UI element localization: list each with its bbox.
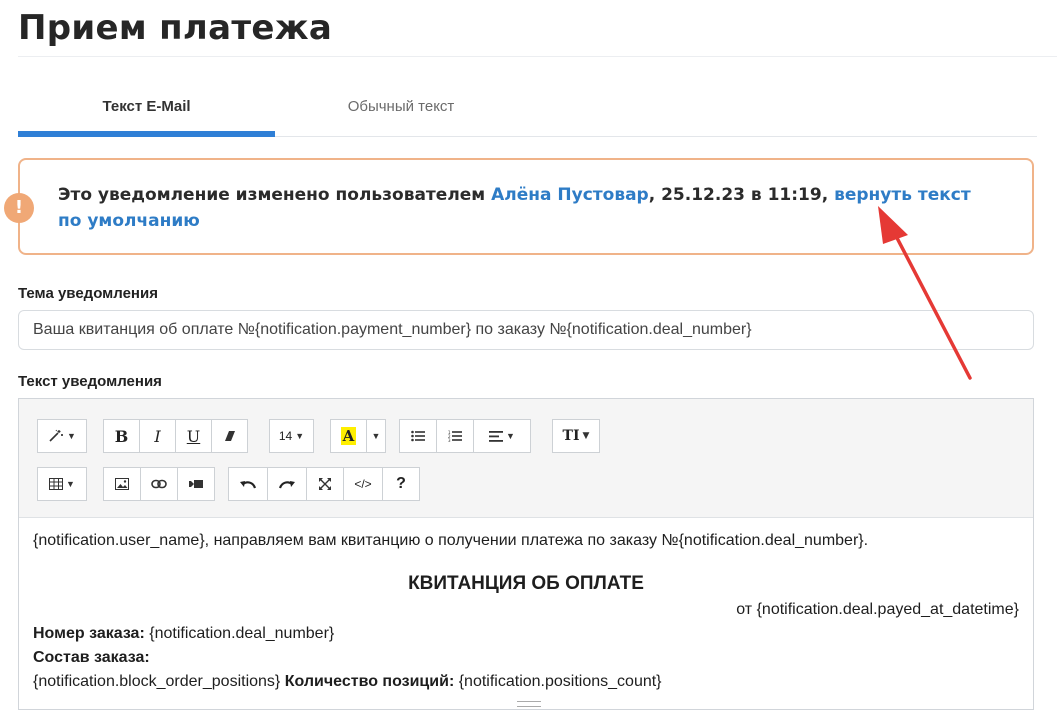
editor-content[interactable]: {notification.user_name}, направляем вам…	[33, 529, 1019, 694]
align-button[interactable]: ▼	[473, 419, 531, 453]
font-color-icon: A	[340, 427, 357, 445]
notice-prefix: Это уведомление изменено пользователем	[58, 185, 492, 205]
ordered-list-button[interactable]: 123	[436, 419, 474, 453]
notice-date: , 25.12.23 в 11:19,	[648, 185, 835, 205]
fullscreen-icon	[319, 478, 331, 490]
table-icon	[49, 478, 64, 490]
font-size-button[interactable]: 14 ▼	[269, 419, 314, 453]
title-divider	[18, 56, 1057, 57]
editor-resize-handle[interactable]	[517, 701, 541, 707]
warning-icon: !	[4, 193, 34, 223]
positions-line: {notification.block_order_positions} Кол…	[33, 670, 1019, 694]
greeting-line: {notification.user_name}, направляем вам…	[33, 532, 869, 549]
table-button[interactable]: ▼	[37, 467, 87, 501]
font-color-button[interactable]: A	[330, 419, 367, 453]
eraser-button[interactable]	[211, 419, 248, 453]
tab-email-text[interactable]: Текст E-Mail	[18, 84, 275, 137]
order-number-value: {notification.deal_number}	[144, 625, 335, 642]
insert-image-button[interactable]	[103, 467, 141, 501]
undo-icon	[240, 481, 256, 489]
payment-date-line: от {notification.deal.payed_at_datetime}	[736, 601, 1019, 618]
editor-toolbar: ▼ B I U 14 ▼ A ▼ 123 ▼ TI ▼ ▼ </> ?	[19, 399, 1033, 518]
order-composition-line: Состав заказа:	[33, 646, 1019, 670]
paragraph-group: 123 ▼	[399, 419, 531, 453]
positions-count-label: Количество позиций:	[284, 673, 455, 690]
font-color-dropdown[interactable]: ▼	[366, 419, 386, 453]
body-label: Текст уведомления	[18, 373, 162, 390]
video-icon	[189, 480, 203, 488]
redo-icon	[279, 481, 295, 489]
format-group: B I U	[103, 419, 248, 453]
undo-button[interactable]	[228, 467, 268, 501]
line-height-icon: TI	[562, 428, 580, 444]
style-group: ▼	[37, 419, 87, 453]
link-icon	[151, 479, 167, 489]
user-link[interactable]: Алёна Пустовар	[491, 185, 649, 205]
code-view-button[interactable]: </>	[343, 467, 383, 501]
italic-button[interactable]: I	[139, 419, 176, 453]
help-button[interactable]: ?	[382, 467, 420, 501]
fullscreen-button[interactable]	[306, 467, 344, 501]
insert-group	[103, 467, 215, 501]
bold-button[interactable]: B	[103, 419, 140, 453]
color-group: A ▼	[330, 419, 386, 453]
line-height-button[interactable]: TI ▼	[552, 419, 600, 453]
order-number-label: Номер заказа:	[33, 625, 145, 642]
ordered-list-icon: 123	[448, 430, 462, 442]
page-title: Прием платежа	[18, 8, 333, 48]
underline-button[interactable]: U	[175, 419, 212, 453]
rich-text-editor[interactable]: ▼ B I U 14 ▼ A ▼ 123 ▼ TI ▼ ▼ </> ? {not…	[18, 398, 1034, 710]
font-size-group: 14 ▼	[269, 419, 314, 453]
positions-value: {notification.block_order_positions}	[33, 673, 285, 690]
bullet-list-button[interactable]	[399, 419, 437, 453]
align-icon	[489, 430, 504, 442]
image-icon	[115, 478, 129, 490]
magic-wand-button[interactable]: ▼	[37, 419, 87, 453]
receipt-heading: КВИТАНЦИЯ ОБ ОПЛАТЕ	[408, 573, 644, 594]
tab-plain-text[interactable]: Обычный текст	[318, 84, 484, 134]
table-group: ▼	[37, 467, 87, 501]
magic-wand-icon	[49, 429, 64, 442]
notice-text: Это уведомление изменено пользователем А…	[58, 182, 988, 234]
unordered-list-icon	[411, 430, 425, 442]
subject-label: Тема уведомления	[18, 285, 158, 302]
insert-link-button[interactable]	[140, 467, 178, 501]
font-size-value: 14	[278, 429, 293, 443]
insert-video-button[interactable]	[177, 467, 215, 501]
history-group: </> ?	[228, 467, 420, 501]
text-height-group: TI ▼	[552, 419, 600, 453]
modified-notice: ! Это уведомление изменено пользователем…	[4, 158, 1034, 255]
order-composition-label: Состав заказа:	[33, 649, 150, 666]
redo-button[interactable]	[267, 467, 307, 501]
eraser-icon	[224, 431, 235, 441]
svg-text:3: 3	[448, 438, 451, 442]
order-number-line: Номер заказа: {notification.deal_number}	[33, 622, 1019, 646]
tab-bar: Текст E-Mail Обычный текст	[18, 84, 1037, 137]
positions-count-value: {notification.positions_count}	[454, 673, 662, 690]
subject-input[interactable]	[18, 310, 1034, 350]
